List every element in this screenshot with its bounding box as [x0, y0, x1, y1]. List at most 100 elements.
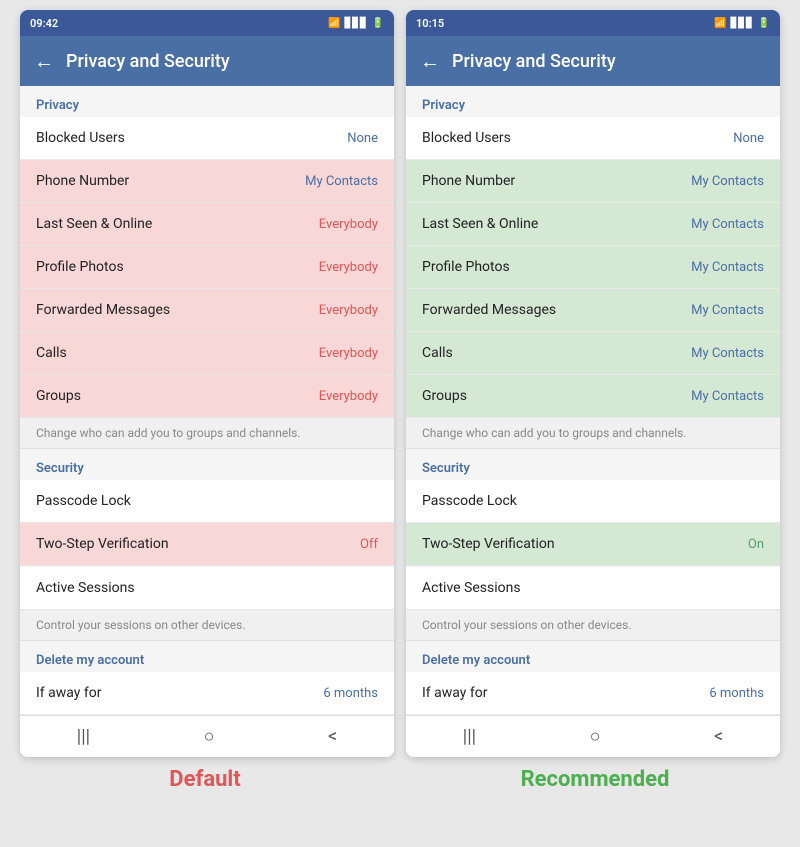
passcode-lock-right[interactable]: Passcode Lock — [406, 480, 780, 523]
profile-photos-right[interactable]: Profile Photos My Contacts — [406, 246, 780, 289]
forwarded-messages-value-right: My Contacts — [691, 303, 764, 318]
caption-default: Default — [18, 767, 392, 792]
blocked-users-label-left: Blocked Users — [36, 130, 125, 146]
groups-label-left: Groups — [36, 388, 81, 404]
bottom-nav-left: ||| ○ < — [20, 715, 394, 757]
time-left: 09:42 — [30, 17, 58, 30]
last-seen-left[interactable]: Last Seen & Online Everybody — [20, 203, 394, 246]
section-label-privacy-right: Privacy — [406, 86, 780, 117]
profile-photos-label-left: Profile Photos — [36, 259, 124, 275]
last-seen-value-right: My Contacts — [691, 217, 764, 232]
status-bar-right: 10:15 📶 ▊▊▊ 🔋 — [406, 10, 780, 36]
header-title-left: Privacy and Security — [66, 51, 230, 72]
profile-photos-label-right: Profile Photos — [422, 259, 510, 275]
nav-home-icon[interactable]: ○ — [204, 726, 215, 747]
phone-number-label-left: Phone Number — [36, 173, 129, 189]
blocked-users-right[interactable]: Blocked Users None — [406, 117, 780, 160]
section-label-privacy-left: Privacy — [20, 86, 394, 117]
if-away-value-left: 6 months — [323, 686, 378, 701]
battery-icon: 🔋 — [372, 18, 384, 29]
two-step-right[interactable]: Two-Step Verification On — [406, 523, 780, 566]
nav-menu-icon[interactable]: ||| — [77, 726, 90, 747]
phone-recommended: 10:15 📶 ▊▊▊ 🔋 ← Privacy and Security Pri… — [406, 10, 780, 757]
forwarded-messages-value-left: Everybody — [319, 303, 378, 318]
wifi-icon-right: 📶 — [714, 18, 726, 29]
groups-value-right: My Contacts — [691, 389, 764, 404]
caption-recommended: Recommended — [408, 767, 782, 792]
sessions-hint-left: Control your sessions on other devices. — [20, 610, 394, 641]
content-left: Privacy Blocked Users None Phone Number … — [20, 86, 394, 715]
if-away-label-right: If away for — [422, 685, 488, 701]
two-step-label-left: Two-Step Verification — [36, 536, 169, 552]
active-sessions-right[interactable]: Active Sessions — [406, 567, 780, 610]
two-step-value-left: Off — [360, 537, 378, 552]
blocked-users-value-right: None — [733, 131, 764, 146]
status-icons-left: 📶 ▊▊▊ 🔋 — [328, 18, 384, 29]
calls-label-left: Calls — [36, 345, 67, 361]
groups-label-right: Groups — [422, 388, 467, 404]
passcode-lock-label-right: Passcode Lock — [422, 493, 517, 509]
if-away-left[interactable]: If away for 6 months — [20, 672, 394, 715]
phone-number-left[interactable]: Phone Number My Contacts — [20, 160, 394, 203]
phone-number-right[interactable]: Phone Number My Contacts — [406, 160, 780, 203]
active-sessions-label-right: Active Sessions — [422, 580, 521, 596]
active-sessions-label-left: Active Sessions — [36, 580, 135, 596]
nav-back-icon-right[interactable]: < — [714, 726, 723, 747]
calls-left[interactable]: Calls Everybody — [20, 332, 394, 375]
forwarded-messages-label-right: Forwarded Messages — [422, 302, 556, 318]
section-label-security-right: Security — [406, 449, 780, 480]
time-right: 10:15 — [416, 17, 444, 30]
nav-home-icon-right[interactable]: ○ — [590, 726, 601, 747]
status-icons-right: 📶 ▊▊▊ 🔋 — [714, 18, 770, 29]
app-header-left: ← Privacy and Security — [20, 36, 394, 86]
last-seen-label-left: Last Seen & Online — [36, 216, 152, 232]
forwarded-messages-left[interactable]: Forwarded Messages Everybody — [20, 289, 394, 332]
calls-right[interactable]: Calls My Contacts — [406, 332, 780, 375]
last-seen-value-left: Everybody — [319, 217, 378, 232]
last-seen-label-right: Last Seen & Online — [422, 216, 538, 232]
if-away-value-right: 6 months — [709, 686, 764, 701]
nav-menu-icon-right[interactable]: ||| — [463, 726, 476, 747]
nav-back-icon[interactable]: < — [328, 726, 337, 747]
bottom-nav-right: ||| ○ < — [406, 715, 780, 757]
last-seen-right[interactable]: Last Seen & Online My Contacts — [406, 203, 780, 246]
profile-photos-value-right: My Contacts — [691, 260, 764, 275]
groups-left[interactable]: Groups Everybody — [20, 375, 394, 418]
section-label-security-left: Security — [20, 449, 394, 480]
profile-photos-value-left: Everybody — [319, 260, 378, 275]
phones-comparison: 09:42 📶 ▊▊▊ 🔋 ← Privacy and Security Pri… — [10, 10, 790, 757]
header-title-right: Privacy and Security — [452, 51, 616, 72]
forwarded-messages-right[interactable]: Forwarded Messages My Contacts — [406, 289, 780, 332]
two-step-value-right: On — [748, 537, 764, 552]
delete-account-link-right[interactable]: Delete my account — [406, 641, 780, 672]
phone-number-label-right: Phone Number — [422, 173, 515, 189]
delete-account-link-left[interactable]: Delete my account — [20, 641, 394, 672]
passcode-lock-label-left: Passcode Lock — [36, 493, 131, 509]
calls-label-right: Calls — [422, 345, 453, 361]
back-button-right[interactable]: ← — [420, 49, 440, 74]
signal-icon: ▊▊▊ — [344, 18, 367, 29]
active-sessions-left[interactable]: Active Sessions — [20, 567, 394, 610]
blocked-users-label-right: Blocked Users — [422, 130, 511, 146]
profile-photos-left[interactable]: Profile Photos Everybody — [20, 246, 394, 289]
forwarded-messages-label-left: Forwarded Messages — [36, 302, 170, 318]
phone-number-value-right: My Contacts — [691, 174, 764, 189]
blocked-users-value-left: None — [347, 131, 378, 146]
two-step-label-right: Two-Step Verification — [422, 536, 555, 552]
if-away-right[interactable]: If away for 6 months — [406, 672, 780, 715]
captions-row: Default Recommended — [10, 767, 790, 792]
two-step-left[interactable]: Two-Step Verification Off — [20, 523, 394, 566]
groups-right[interactable]: Groups My Contacts — [406, 375, 780, 418]
signal-icon-right: ▊▊▊ — [730, 18, 753, 29]
blocked-users-left[interactable]: Blocked Users None — [20, 117, 394, 160]
wifi-icon: 📶 — [328, 18, 340, 29]
passcode-lock-left[interactable]: Passcode Lock — [20, 480, 394, 523]
phone-default: 09:42 📶 ▊▊▊ 🔋 ← Privacy and Security Pri… — [20, 10, 394, 757]
battery-icon-right: 🔋 — [758, 18, 770, 29]
status-bar-left: 09:42 📶 ▊▊▊ 🔋 — [20, 10, 394, 36]
calls-value-left: Everybody — [319, 346, 378, 361]
groups-value-left: Everybody — [319, 389, 378, 404]
back-button-left[interactable]: ← — [34, 49, 54, 74]
app-header-right: ← Privacy and Security — [406, 36, 780, 86]
privacy-hint-left: Change who can add you to groups and cha… — [20, 418, 394, 449]
